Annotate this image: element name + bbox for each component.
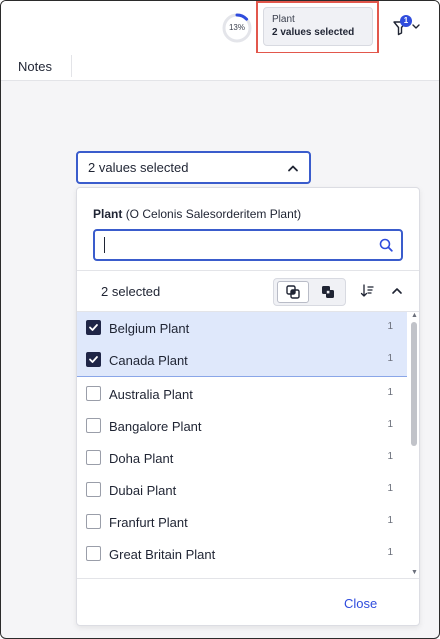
checkbox[interactable] xyxy=(86,418,101,433)
list-item-count: 1 xyxy=(387,419,393,430)
filter-chip-title: Plant xyxy=(272,14,295,25)
chevron-up-icon xyxy=(392,288,402,294)
checkbox[interactable] xyxy=(86,352,101,367)
dropdown-trigger-text: 2 values selected xyxy=(88,160,189,175)
include-mode-button[interactable] xyxy=(277,281,309,303)
check-icon xyxy=(89,356,98,363)
selection-mode-toggle xyxy=(273,278,346,306)
checkbox[interactable] xyxy=(86,450,101,465)
app-frame: 13% Plant 2 values selected 1 Notes 2 va… xyxy=(0,0,440,639)
sort-icon xyxy=(360,284,374,297)
panel-title: Plant (O Celonis Salesorderitem Plant) xyxy=(93,207,301,221)
list-item-label: Canada Plant xyxy=(109,353,188,368)
list-item[interactable]: Dubai Plant 1 xyxy=(77,474,407,506)
filter-count-badge: 1 xyxy=(400,15,412,27)
list-item[interactable]: Doha Plant 1 xyxy=(77,442,407,474)
check-icon xyxy=(89,324,98,331)
list-item-count: 1 xyxy=(387,321,393,332)
text-caret xyxy=(104,237,105,253)
scrollbar-thumb[interactable] xyxy=(411,322,417,446)
tab-divider xyxy=(71,55,72,77)
scroll-up-icon[interactable]: ▲ xyxy=(411,312,418,319)
overlap-include-icon xyxy=(286,285,300,299)
progress-indicator: 13% xyxy=(221,12,253,44)
tabs-row: Notes xyxy=(1,53,439,81)
list-item[interactable]: Canada Plant 1 xyxy=(77,344,407,376)
checkbox[interactable] xyxy=(86,386,101,401)
panel-title-attribute: Plant xyxy=(93,207,123,221)
checkbox[interactable] xyxy=(86,320,101,335)
panel-title-source: (O Celonis Salesorderitem Plant) xyxy=(125,207,302,221)
exclude-mode-button[interactable] xyxy=(312,281,344,303)
checkbox[interactable] xyxy=(86,482,101,497)
search-input[interactable] xyxy=(93,229,403,261)
list-item-count: 1 xyxy=(387,515,393,526)
list-item-label: Dubai Plant xyxy=(109,483,177,498)
list-item-label: Belgium Plant xyxy=(109,321,190,336)
selected-group-divider xyxy=(77,376,407,377)
filter-menu-button[interactable]: 1 xyxy=(391,15,425,39)
search-icon[interactable] xyxy=(379,238,393,252)
list-item-count: 1 xyxy=(387,547,393,558)
tab-notes[interactable]: Notes xyxy=(18,59,52,74)
plant-filter-chip[interactable]: Plant 2 values selected xyxy=(263,7,373,46)
list-item-count: 1 xyxy=(387,483,393,494)
list-item-label: Australia Plant xyxy=(109,387,193,402)
value-list: Belgium Plant 1 Canada Plant 1 Australia Pla… xyxy=(77,312,407,578)
list-item[interactable]: Franfurt Plant 1 xyxy=(77,506,407,538)
list-item-count: 1 xyxy=(387,353,393,364)
chevron-up-icon xyxy=(288,165,298,171)
filter-chip-value: 2 values selected xyxy=(272,27,355,38)
top-header: 13% Plant 2 values selected 1 xyxy=(1,1,439,54)
scroll-down-icon[interactable]: ▼ xyxy=(411,569,418,576)
list-item[interactable]: Bangalore Plant 1 xyxy=(77,410,407,442)
list-item-label: Bangalore Plant xyxy=(109,419,202,434)
divider xyxy=(77,578,419,579)
list-item-label: Doha Plant xyxy=(109,451,174,466)
progress-label: 13% xyxy=(228,23,245,32)
list-item[interactable]: Australia Plant 1 xyxy=(77,378,407,410)
overlap-exclude-icon xyxy=(322,286,334,298)
plant-dropdown-trigger[interactable]: 2 values selected xyxy=(76,151,311,184)
checkbox[interactable] xyxy=(86,514,101,529)
list-item-count: 1 xyxy=(387,387,393,398)
plant-dropdown-panel: Plant (O Celonis Salesorderitem Plant) 2… xyxy=(76,187,420,626)
list-item[interactable]: Great Britain Plant 1 xyxy=(77,538,407,570)
sort-button[interactable] xyxy=(359,283,375,299)
selection-toolbar: 2 selected xyxy=(77,271,419,311)
list-item-label: Franfurt Plant xyxy=(109,515,188,530)
list-scrollbar[interactable]: ▲ ▼ xyxy=(410,312,418,576)
list-item-count: 1 xyxy=(387,451,393,462)
selected-count-label: 2 selected xyxy=(101,284,161,299)
close-button[interactable]: Close xyxy=(344,596,377,611)
checkbox[interactable] xyxy=(86,546,101,561)
list-item-label: Great Britain Plant xyxy=(109,547,216,562)
search-input-field[interactable] xyxy=(107,235,377,255)
list-item[interactable]: Belgium Plant 1 xyxy=(77,312,407,344)
collapse-button[interactable] xyxy=(390,284,404,298)
